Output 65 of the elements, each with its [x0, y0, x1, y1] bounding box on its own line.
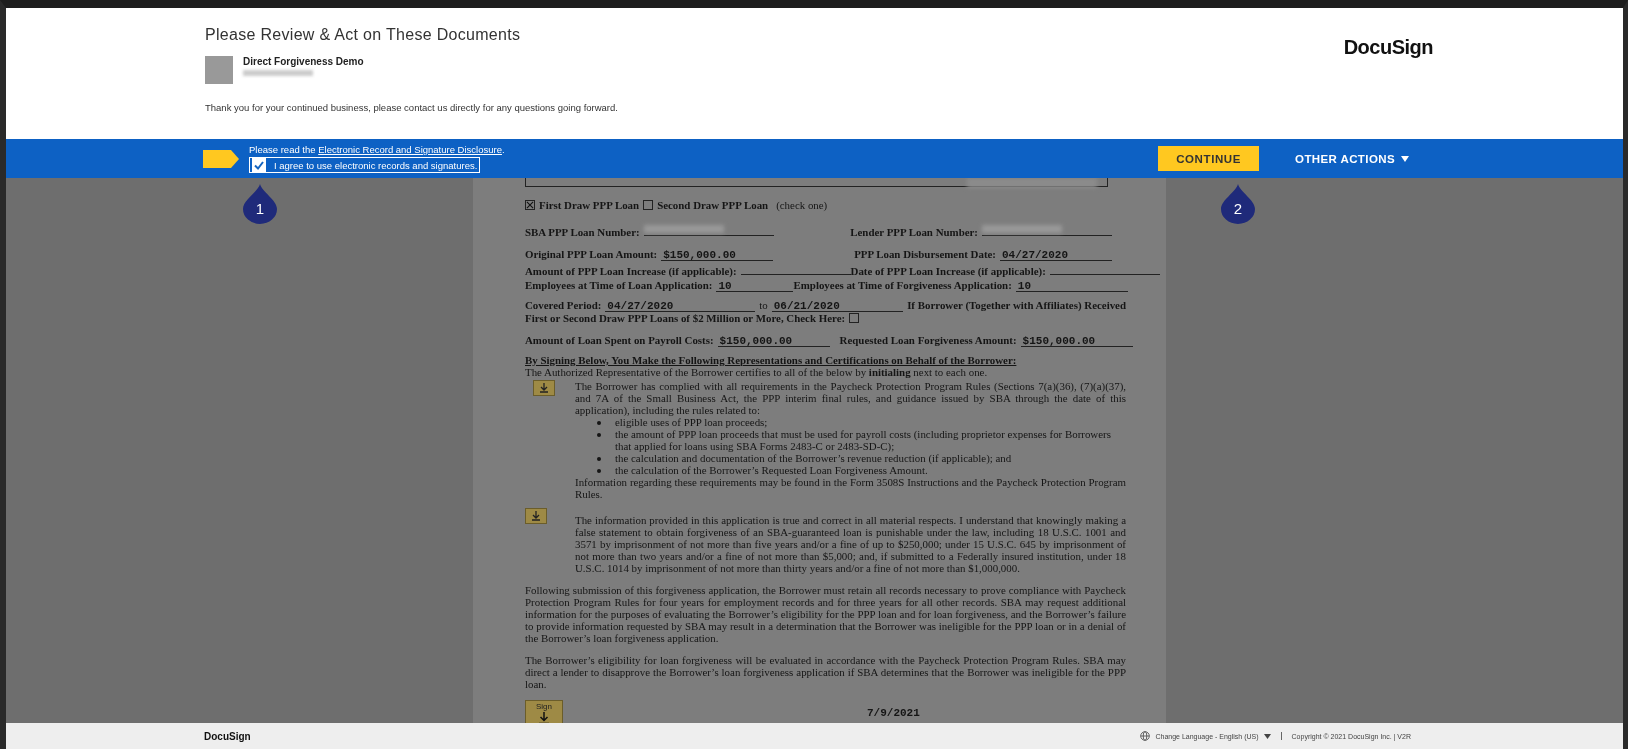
sign-here-button[interactable]: Sign — [525, 700, 563, 723]
field-value: 04/27/2020 — [1000, 249, 1112, 261]
field-label: Employees at Time of Forgiveness Application: — [793, 279, 1012, 291]
certification-note: Information regarding these requirements may be found in the Form 3508S Instructions and the Paycheck Protection Program Rules. — [575, 476, 1126, 500]
field-value: 10 — [716, 280, 794, 292]
field-value: $150,000.00 — [661, 249, 774, 261]
check-one-note: (check one) — [776, 199, 828, 211]
field-label: Date of PPP Loan Increase (if applicable): — [850, 265, 1046, 277]
field-label: Original PPP Loan Amount: — [525, 248, 658, 260]
docusign-logo: DocuSign — [1343, 36, 1433, 60]
field-value: $150,000.00 — [1020, 335, 1133, 347]
signature-date: 7/9/2021 — [867, 707, 920, 719]
caret-icon — [1401, 155, 1409, 162]
field-label: PPP Loan Disbursement Date: — [854, 248, 996, 260]
step-marker: 1 — [243, 184, 277, 224]
bullet-text: eligible uses of PPP loan proceeds; — [615, 416, 768, 428]
check-icon — [253, 159, 265, 171]
message-text: Thank you for your continued business, please contact us directly for any questions going forward. — [205, 102, 618, 113]
page-title: Please Review & Act on These Documents — [205, 26, 522, 44]
field-value: 04/27/2020 — [605, 300, 756, 312]
bullet-icon — [597, 433, 601, 437]
agree-checkbox[interactable]: I agree to use electronic records and signatures. — [249, 157, 481, 173]
initial-here-button[interactable] — [533, 380, 555, 396]
download-icon — [539, 383, 549, 393]
caret-icon — [1263, 733, 1271, 739]
loan-type-label: First Draw PPP Loan — [539, 199, 640, 211]
field-value: $150,000.00 — [717, 335, 830, 347]
certification-text: The information provided in this application is true and correct in all material respects. I understand that knowingly making a false statement to obtain forgiveness of an SBA-guaranteed loan is punishable under the law, including 18 U.S.C. 1001 and 3571 by imprisonment of not more than five years and/or a fine of up to $250,000; under 15 U.S.C. 645 by imprisonment of not more than two years and/or a fine of not more than $5,000; and, if submitted to a Federally insured institution, under 18 U.S.C. 1014 by imprisonment of not more than thirty years and/or a fine of not more than $1,000,000. — [575, 514, 1126, 574]
disclosure-text: Please read the Electronic Record and Signature Disclosure. — [249, 144, 506, 155]
question-text: If Borrower (Together with Affiliates) Received — [907, 299, 1126, 311]
initial-here-button[interactable] — [525, 508, 547, 524]
redacted-text — [243, 70, 313, 76]
footer-logo: DocuSign — [204, 730, 251, 742]
step-marker: 2 — [1221, 184, 1255, 224]
field-value: 10 — [1015, 280, 1128, 292]
to-text: to — [759, 299, 768, 311]
loan-type-label: Second Draw PPP Loan — [657, 199, 769, 211]
avatar-placeholder — [205, 56, 233, 84]
field-label: Amount of PPP Loan Increase (if applicable): — [525, 265, 737, 277]
intro-text: The Authorized Representative of the Borrower certifies to all of the below by initialing next to each one. — [525, 366, 989, 378]
field-value: 06/21/2020 — [771, 300, 904, 312]
sender-name: Direct Forgiveness Demo — [243, 56, 364, 67]
field-label: Amount of Loan Spent on Payroll Costs: — [525, 334, 714, 346]
download-icon — [531, 511, 541, 521]
bullet-text: the calculation and documentation of the Borrower’s revenue reduction (if applicable); and — [615, 452, 1012, 464]
field-label: Lender PPP Loan Number: — [850, 226, 978, 238]
paragraph-text: Following submission of this forgiveness application, the Borrower must retain all records necessary to prove compliance with Paycheck Protection Program Rules for four years for employment records and for three years for all other records. SBA may request additional information for the purposes of evaluating the Borrower’s eligibility for the PPP loan and for loan forgiveness, and the Borrower’s failure to provide information requested by SBA may result in a determination that the Borrower was ineligible for the PPP loan or in a denial of the Borrower’s loan forgiveness application. — [525, 584, 1126, 644]
bullet-text: the amount of PPP loan proceeds that must be used for payroll costs (including proprietor expenses for Borrowers that applied for loans using SBA Forms 2483-C or 2483-SD-C); — [615, 428, 1112, 452]
field-label: Requested Loan Forgiveness Amount: — [839, 334, 1017, 346]
globe-icon — [1140, 731, 1151, 741]
bullet-icon — [597, 457, 601, 461]
field-label: Covered Period: — [525, 299, 602, 311]
bullet-icon — [597, 469, 601, 473]
field-label: SBA PPP Loan Number: — [525, 226, 640, 238]
paragraph-text: The Borrower’s eligibility for loan forgiveness will be evaluated in accordance with the Paycheck Protection Program Rules. SBA may direct a lender to disapprove the Borrower’s loan forgiveness application if SBA determines that the Borrower was ineligible for the PPP loan. — [525, 654, 1126, 690]
continue-button[interactable]: CONTINUE — [1158, 146, 1260, 171]
bullet-text: the calculation of the Borrower’s Requested Loan Forgiveness Amount. — [615, 464, 928, 476]
tag-icon — [203, 149, 239, 168]
section-heading: By Signing Below, You Make the Following Representations and Certifications on Behalf of the Borrower: — [525, 354, 1018, 366]
other-actions-button[interactable]: OTHER ACTIONS — [1289, 151, 1415, 166]
disclosure-link[interactable]: Electronic Record and Signature Disclosure — [318, 144, 502, 155]
certification-text: The Borrower has complied with all requirements in the Paycheck Protection Program Rules (Sections 7(a)(36), (7)(a)(37), and 7A of the Small Business Act, the PPP interim final rules, and guidance issued by SBA through the date of this application), including the rules related to: — [575, 380, 1126, 416]
question-text: First or Second Draw PPP Loans of $2 Million or More, Check Here: — [525, 312, 846, 324]
bullet-icon — [597, 421, 601, 425]
field-label: Employees at Time of Loan Application: — [525, 279, 713, 291]
